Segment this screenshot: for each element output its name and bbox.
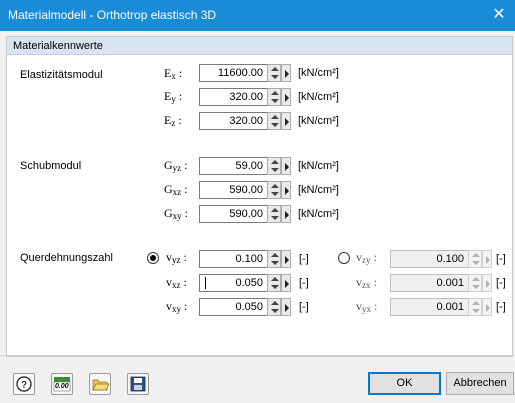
gyz-spinner[interactable] (267, 157, 281, 175)
symbol-gyz: Gyz : (164, 158, 188, 173)
vxz-menu-arrow[interactable] (281, 274, 291, 292)
cancel-button[interactable]: Abbrechen (446, 372, 514, 395)
vxy-spinner[interactable] (267, 298, 281, 316)
symbol-ey: Ey : (164, 89, 183, 104)
gyz-input[interactable]: 59.00 (199, 157, 268, 175)
gxy-spinner[interactable] (267, 205, 281, 223)
vxy-unit: [-] (299, 301, 309, 313)
ey-menu-arrow[interactable] (281, 88, 291, 106)
ex-input[interactable]: 11600.00 (199, 64, 268, 82)
vxy-menu-arrow[interactable] (281, 298, 291, 316)
text-caret (205, 277, 206, 289)
vyz-menu-arrow[interactable] (281, 250, 291, 268)
ez-input[interactable]: 320.00 (199, 112, 268, 130)
symbol-ex: Ex : (164, 66, 183, 81)
decimals-button[interactable]: 0.00 (51, 373, 73, 395)
save-button[interactable] (127, 373, 149, 395)
elastic-modulus-label: Elastizitätsmodul (20, 69, 103, 81)
group-header-label: Materialkennwerte (13, 40, 103, 52)
gxy-input[interactable]: 590.00 (199, 205, 268, 223)
open-folder-icon (92, 379, 110, 391)
gxz-menu-arrow[interactable] (281, 181, 291, 199)
title-bar: Materialmodell - Orthotrop elastisch 3D … (0, 0, 515, 31)
gxz-input[interactable]: 590.00 (199, 181, 268, 199)
vzy-unit: [-] (496, 253, 506, 265)
close-icon[interactable]: ✕ (489, 5, 509, 25)
vyx-spinner[interactable] (468, 298, 482, 316)
poisson-ratio-label: Querdehnungszahl (20, 252, 113, 264)
symbol-vyx: vyx : (356, 299, 378, 314)
gxz-unit: [kN/cm²] (298, 184, 339, 196)
window-title: Materialmodell - Orthotrop elastisch 3D (8, 8, 217, 22)
ey-unit: [kN/cm²] (298, 91, 339, 103)
footer-separator (0, 355, 515, 356)
poisson-right-radio[interactable] (338, 252, 350, 264)
vyz-unit: [-] (299, 253, 309, 265)
vzy-spinner[interactable] (468, 250, 482, 268)
symbol-ez: Ez : (164, 113, 182, 128)
symbol-vzx: vzx : (356, 275, 377, 290)
vxz-unit: [-] (299, 277, 309, 289)
vzx-unit: [-] (496, 277, 506, 289)
vzy-menu-arrow[interactable] (482, 250, 492, 268)
decimals-text: 0.00 (55, 383, 69, 390)
help-button[interactable]: ? (13, 373, 35, 395)
vxy-input[interactable]: 0.050 (199, 298, 268, 316)
vyx-unit: [-] (496, 301, 506, 313)
ez-unit: [kN/cm²] (298, 115, 339, 127)
vzx-spinner[interactable] (468, 274, 482, 292)
gxz-spinner[interactable] (267, 181, 281, 199)
ex-unit: [kN/cm²] (298, 67, 339, 79)
vzx-input[interactable]: 0.001 (390, 274, 469, 292)
vyx-menu-arrow[interactable] (482, 298, 492, 316)
ex-spinner[interactable] (267, 64, 281, 82)
vzy-input[interactable]: 0.100 (390, 250, 469, 268)
ez-spinner[interactable] (267, 112, 281, 130)
svg-text:?: ? (21, 380, 27, 391)
group-header: Materialkennwerte (7, 37, 512, 55)
vxz-spinner[interactable] (267, 274, 281, 292)
gxy-unit: [kN/cm²] (298, 208, 339, 220)
vxz-input[interactable]: 0.050 (199, 274, 268, 292)
vyz-spinner[interactable] (267, 250, 281, 268)
ey-spinner[interactable] (267, 88, 281, 106)
symbol-vzy: vzy : (356, 250, 377, 265)
symbol-gxy: Gxy : (164, 206, 189, 221)
ok-button[interactable]: OK (368, 372, 441, 395)
gyz-unit: [kN/cm²] (298, 160, 339, 172)
ey-input[interactable]: 320.00 (199, 88, 268, 106)
ez-menu-arrow[interactable] (281, 112, 291, 130)
gyz-menu-arrow[interactable] (281, 157, 291, 175)
symbol-vxy: vxy : (166, 299, 188, 314)
ex-menu-arrow[interactable] (281, 64, 291, 82)
symbol-gxz: Gxz : (164, 182, 188, 197)
poisson-left-radio[interactable] (147, 252, 159, 264)
vyx-input[interactable]: 0.001 (390, 298, 469, 316)
symbol-vxz: vxz : (166, 275, 187, 290)
gxy-menu-arrow[interactable] (281, 205, 291, 223)
vzx-menu-arrow[interactable] (482, 274, 492, 292)
vyz-input[interactable]: 0.100 (199, 250, 268, 268)
shear-modulus-label: Schubmodul (20, 160, 82, 172)
symbol-vyz: vyz : (166, 250, 187, 265)
open-button[interactable] (89, 373, 111, 395)
save-icon (130, 376, 146, 392)
help-icon: ? (16, 376, 32, 392)
